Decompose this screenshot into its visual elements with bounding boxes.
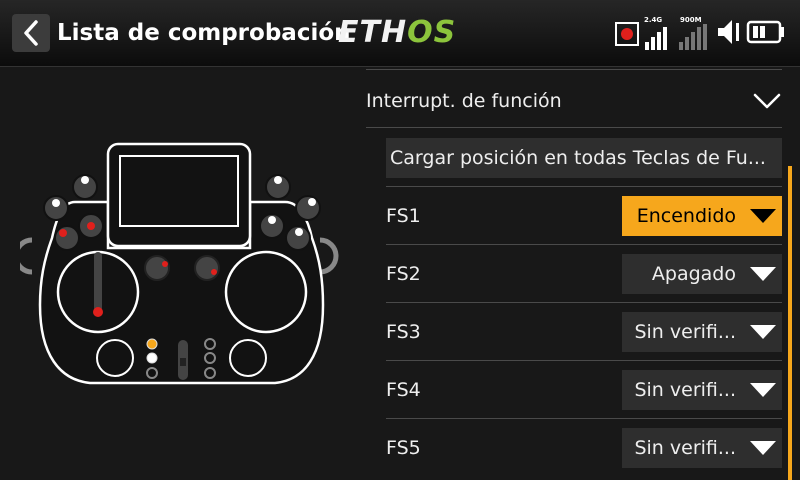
speaker-icon bbox=[718, 20, 739, 44]
dropdown-arrow-icon bbox=[750, 209, 776, 223]
divider bbox=[386, 418, 782, 419]
scrollbar[interactable] bbox=[788, 166, 792, 480]
fs3-state-dropdown[interactable]: Sin verifi... bbox=[622, 312, 782, 352]
divider bbox=[386, 302, 782, 303]
row-label-fs1: FS1 bbox=[386, 205, 421, 227]
page-title: Lista de comprobación bbox=[57, 20, 351, 46]
ethos-logo: ETHOS bbox=[338, 15, 457, 50]
rssi-2-4g-indicator: 2.4G bbox=[644, 14, 674, 50]
section-header-function-switches[interactable]: Interrupt. de función bbox=[366, 84, 562, 118]
back-button[interactable] bbox=[12, 14, 50, 52]
row-label-fs5: FS5 bbox=[386, 437, 421, 459]
dropdown-arrow-icon bbox=[750, 267, 776, 281]
divider bbox=[366, 69, 782, 70]
dropdown-arrow-icon bbox=[750, 325, 776, 339]
header-bar: Lista de comprobación ETHOS 2.4G 900M bbox=[0, 0, 800, 67]
radio-diagram bbox=[20, 142, 339, 385]
row-label-fs4: FS4 bbox=[386, 379, 421, 401]
dropdown-arrow-icon bbox=[750, 441, 776, 455]
divider bbox=[386, 244, 782, 245]
dropdown-arrow-icon bbox=[750, 383, 776, 397]
row-label-fs3: FS3 bbox=[386, 321, 421, 343]
signal-bars-dim-icon bbox=[679, 24, 707, 50]
right-gimbal bbox=[224, 250, 308, 334]
fs4-state-dropdown[interactable]: Sin verifi... bbox=[622, 370, 782, 410]
load-all-switch-positions-button[interactable]: Cargar posición en todas Teclas de Fu... bbox=[386, 138, 782, 178]
fs2-state-dropdown[interactable]: Apagado bbox=[622, 254, 782, 294]
chevron-down-icon[interactable] bbox=[752, 90, 782, 112]
row-label-fs2: FS2 bbox=[386, 263, 421, 285]
battery-icon bbox=[746, 20, 784, 44]
divider bbox=[366, 127, 782, 128]
chevron-left-icon bbox=[24, 20, 38, 46]
divider bbox=[386, 186, 782, 187]
fs1-state-dropdown[interactable]: Encendido bbox=[622, 196, 782, 236]
signal-bars-icon bbox=[645, 27, 667, 50]
rssi-900m-indicator: 900M bbox=[678, 14, 710, 50]
fs5-state-dropdown[interactable]: Sin verifi... bbox=[622, 428, 782, 468]
divider bbox=[386, 360, 782, 361]
record-icon bbox=[615, 22, 639, 46]
